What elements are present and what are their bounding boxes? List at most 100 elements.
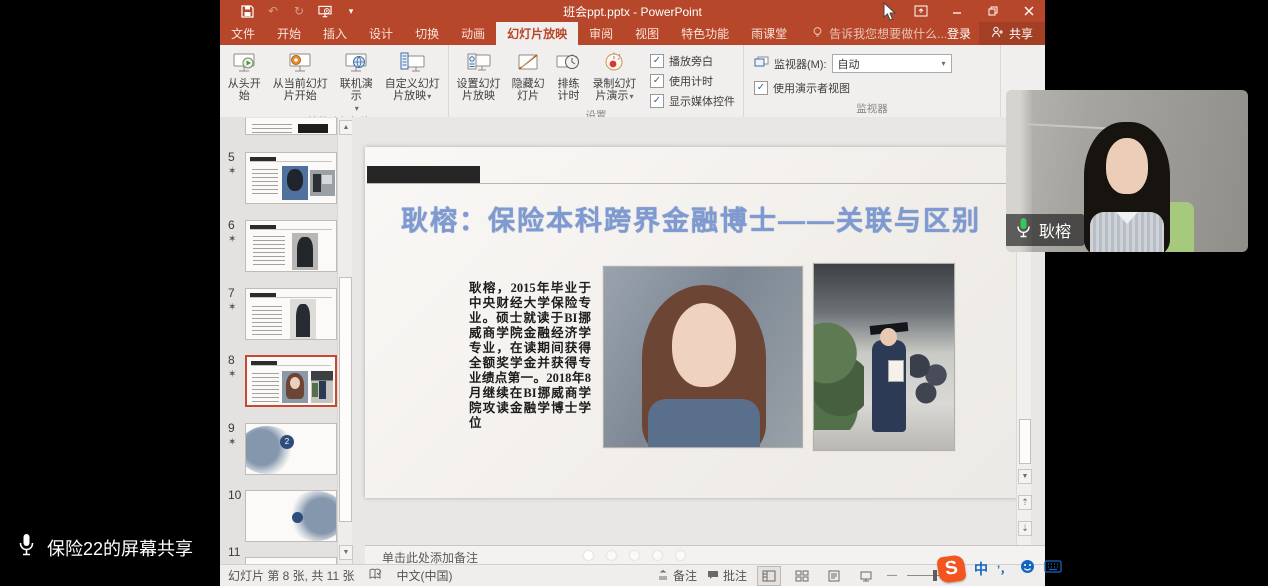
scroll-up-icon[interactable]: ▲ [339,120,353,135]
account-area: 登录 共享 [947,22,1045,45]
slide-indicator-dots [584,551,685,560]
restore-button[interactable] [985,4,1001,18]
slide-sorter-view-button[interactable] [791,567,813,585]
close-button[interactable] [1021,4,1037,18]
thumbnail-slide-5[interactable] [245,152,337,204]
tab-slideshow[interactable]: 幻灯片放映 [496,22,578,45]
thumbnail-slide-4-partial[interactable] [245,118,337,137]
minimize-button[interactable] [949,4,965,18]
checkbox-show-media-controls[interactable]: ✓ 显示媒体控件 [650,93,735,109]
comment-icon [707,569,719,583]
slide-canvas[interactable]: 耿榕：保险本科跨界金融博士——关联与区别 耿榕，2015年毕业于中央财经大学保险… [365,147,1017,498]
clock-icon [555,50,581,76]
ime-chinese-mode-toggle[interactable]: 中 [974,559,988,579]
tab-insert[interactable]: 插入 [312,22,358,45]
animation-star-icon: ✶ [228,166,236,177]
monitor-dropdown[interactable]: 自动 ▾ [832,54,952,73]
share-person-icon [991,26,1004,41]
qat-customize-icon[interactable]: ▾ [344,4,358,18]
slide-scrollbar-thumb[interactable] [1019,419,1031,464]
screen-share-banner: 保险22的屏幕共享 [18,533,193,562]
tab-special-features[interactable]: 特色功能 [670,22,740,45]
checkbox-presenter-view[interactable]: ✓ 使用演示者视图 [754,80,952,96]
tab-review[interactable]: 审阅 [578,22,624,45]
tab-view[interactable]: 视图 [624,22,670,45]
zoom-out-button[interactable]: — [887,570,897,581]
spellcheck-icon[interactable] [368,568,382,583]
scroll-down-icon[interactable]: ▼ [339,545,353,560]
ime-punctuation-toggle[interactable]: ’， [997,561,1011,577]
dropdown-arrow-icon: ▾ [427,91,431,103]
graduation-photo[interactable] [813,263,955,451]
checkbox-play-narrations[interactable]: ✓ 播放旁白 [650,53,735,69]
language-indicator[interactable]: 中文(中国) [396,567,452,584]
slide-body-text[interactable]: 耿榕，2015年毕业于中央财经大学保险专业。硕士就读于BI挪威商学院金融经济学专… [469,281,591,431]
thumbnail-slide-6[interactable] [245,220,337,272]
record-clock-icon [601,50,627,76]
slideshow-view-button[interactable] [855,567,877,585]
ime-emoji-icon[interactable] [1020,559,1035,579]
normal-view-button[interactable] [757,566,781,586]
from-beginning-button[interactable]: 从头开始 [222,47,266,102]
tab-transitions[interactable]: 切换 [404,22,450,45]
scroll-down-icon[interactable]: ▼ [1018,469,1032,484]
sogou-ime-icon[interactable]: S [936,554,966,584]
zoom-slider-thumb[interactable] [933,570,937,581]
animation-star-icon: ✶ [228,302,236,313]
webcam-video-tile[interactable]: 耿榕 [1006,90,1248,252]
thumbnail-number: 6 [228,218,235,232]
thumbnail-slide-11-partial[interactable] [245,557,337,564]
thumbnail-slide-8-selected[interactable] [245,355,337,407]
tab-rain-classroom[interactable]: 雨课堂 [740,22,798,45]
dot [676,551,685,560]
mouse-cursor [883,2,898,27]
sign-in-link[interactable]: 登录 [947,25,971,42]
setup-slideshow-button[interactable]: 设置幻灯片放映 [451,47,506,102]
group-monitors: 监视器(M): 自动 ▾ ✓ 使用演示者视图 监视器 [744,45,1001,117]
hide-slide-button[interactable]: 隐藏幻灯片 [506,47,550,102]
ime-keyboard-icon[interactable] [1044,560,1062,578]
record-slideshow-button[interactable]: 录制幻灯片演示▾ [587,47,642,103]
tab-design[interactable]: 设计 [358,22,404,45]
dot [607,551,616,560]
screen-current-icon [287,50,313,76]
share-button[interactable]: 共享 [979,22,1045,45]
thumbnail-number: 11 [228,545,240,559]
start-from-beginning-icon[interactable] [318,4,332,18]
tab-file[interactable]: 文件 [220,22,266,45]
thumbnail-scrollbar-thumb[interactable] [339,277,352,522]
tab-animations[interactable]: 动画 [450,22,496,45]
undo-icon[interactable]: ↶ [266,4,280,18]
group-setup: 设置幻灯片放映 隐藏幻灯片 排练计时 录制幻灯片演示▾ ✓ [449,45,744,117]
ribbon: 从头开始 从当前幻灯片开始 联机演示▾ 自定义幻灯片放映▾ 开始放映幻灯片 [220,45,1045,118]
custom-slideshow-button[interactable]: 自定义幻灯片放映▾ [378,47,446,103]
save-icon[interactable] [240,4,254,18]
ime-toolbar: S 中 ’， [938,556,1062,582]
redo-icon[interactable]: ↻ [292,4,306,18]
ribbon-display-options-icon[interactable] [913,4,929,18]
thumbnail-scrollbar[interactable]: ▲ ▼ [337,117,352,564]
tell-me-box[interactable]: 告诉我您想要做什么... [812,22,947,45]
rehearse-timings-button[interactable]: 排练计时 [550,47,587,102]
screen-play-icon [231,50,257,76]
notes-toggle[interactable]: 备注 [657,567,697,584]
lightbulb-icon [812,26,823,42]
portrait-photo[interactable] [603,266,803,448]
slide-title-placeholder-bar [367,166,480,184]
present-online-button[interactable]: 联机演示▾ [334,47,378,115]
thumbnail-slide-9[interactable]: 2 [245,423,337,475]
dropdown-arrow-icon: ▾ [355,103,359,115]
dropdown-arrow-icon: ▾ [629,91,633,103]
from-current-slide-button[interactable]: 从当前幻灯片开始 [266,47,334,102]
comments-toggle[interactable]: 批注 [707,567,747,584]
thumbnail-slide-7[interactable] [245,288,337,340]
slide-title[interactable]: 耿榕：保险本科跨界金融博士——关联与区别 [385,199,997,238]
tab-home[interactable]: 开始 [266,22,312,45]
previous-slide-icon[interactable]: ⇡ [1018,495,1032,510]
checked-checkbox-icon: ✓ [650,54,664,68]
checkbox-use-timings[interactable]: ✓ 使用计时 [650,73,735,89]
next-slide-icon[interactable]: ⇣ [1018,521,1032,536]
thumbnail-slide-10[interactable] [245,490,337,542]
screen-share-label: 保险22的屏幕共享 [47,535,193,561]
reading-view-button[interactable] [823,567,845,585]
